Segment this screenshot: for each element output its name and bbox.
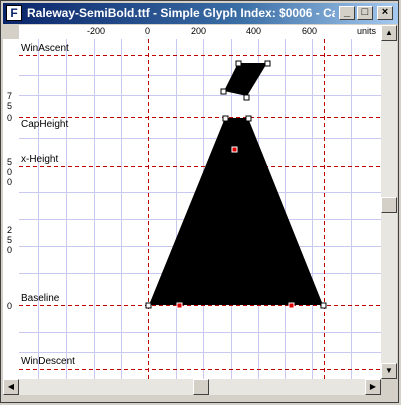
glyph-accent [224, 63, 267, 96]
ruler-tick-x: -200 [87, 26, 106, 36]
win-ascent-label: WinAscent [21, 43, 69, 54]
ruler-tick-y: 5 [7, 235, 13, 245]
control-point[interactable] [176, 302, 183, 309]
scroll-up-button[interactable]: ▲ [381, 25, 397, 41]
control-point[interactable] [231, 146, 238, 153]
scroll-down-button[interactable]: ▼ [381, 363, 397, 379]
glyph-window: F Raleway-SemiBold.ttf - Simple Glyph In… [0, 0, 399, 403]
maximize-button[interactable]: □ [357, 6, 373, 20]
close-button[interactable]: × [377, 6, 393, 20]
horizontal-scrollbar[interactable]: ◀ ▶ [3, 379, 381, 395]
app-icon[interactable]: F [6, 5, 22, 21]
ruler-tick-y: 7 [7, 91, 13, 101]
control-point[interactable] [235, 60, 242, 67]
x-height-label: x-Height [21, 154, 59, 165]
control-point[interactable] [320, 302, 327, 309]
ruler-tick-x: 400 [246, 26, 262, 36]
ruler-tick-y: 5 [7, 101, 13, 111]
baseline-label: Baseline [21, 293, 60, 304]
title-bar[interactable]: F Raleway-SemiBold.ttf - Simple Glyph In… [3, 3, 398, 24]
ruler-tick-y: 0 [7, 113, 13, 123]
win-descent-label: WinDescent [21, 356, 75, 367]
ruler-tick-y: 2 [7, 225, 13, 235]
resize-grip[interactable] [381, 379, 397, 395]
units-label: units [357, 26, 377, 36]
control-point[interactable] [288, 302, 295, 309]
window-title: Raleway-SemiBold.ttf - Simple Glyph Inde… [27, 6, 335, 20]
control-point[interactable] [222, 115, 229, 122]
ruler-tick-x: 600 [302, 26, 318, 36]
ruler-tick-y: 0 [7, 301, 13, 311]
minimize-button[interactable]: _ [339, 6, 355, 20]
glyph-drawing [19, 39, 381, 379]
control-point[interactable] [145, 302, 152, 309]
ruler-tick-y: 0 [7, 177, 13, 187]
ruler-tick-y: 0 [7, 167, 13, 177]
glyph-canvas[interactable]: WinAscent CapHeight x-Height Baseline Wi… [19, 39, 381, 379]
ruler-tick-y: 0 [7, 245, 13, 255]
horizontal-ruler: -200 0 200 400 600 units [19, 25, 381, 39]
scroll-right-button[interactable]: ▶ [365, 379, 381, 395]
control-point[interactable] [220, 88, 227, 95]
control-point[interactable] [243, 94, 250, 101]
scroll-left-button[interactable]: ◀ [3, 379, 19, 395]
vertical-scroll-thumb[interactable] [381, 197, 397, 213]
vertical-ruler: 7 5 0 5 0 0 2 5 0 0 [3, 39, 19, 379]
horizontal-scroll-thumb[interactable] [193, 379, 209, 395]
ruler-tick-x: 200 [191, 26, 207, 36]
vertical-scrollbar[interactable]: ▲ ▼ [381, 25, 397, 379]
control-point[interactable] [245, 115, 252, 122]
ruler-tick-x: 0 [145, 26, 151, 36]
cap-height-label: CapHeight [21, 119, 69, 130]
control-point[interactable] [264, 60, 271, 67]
glyph-body [149, 118, 323, 305]
ruler-tick-y: 5 [7, 157, 13, 167]
